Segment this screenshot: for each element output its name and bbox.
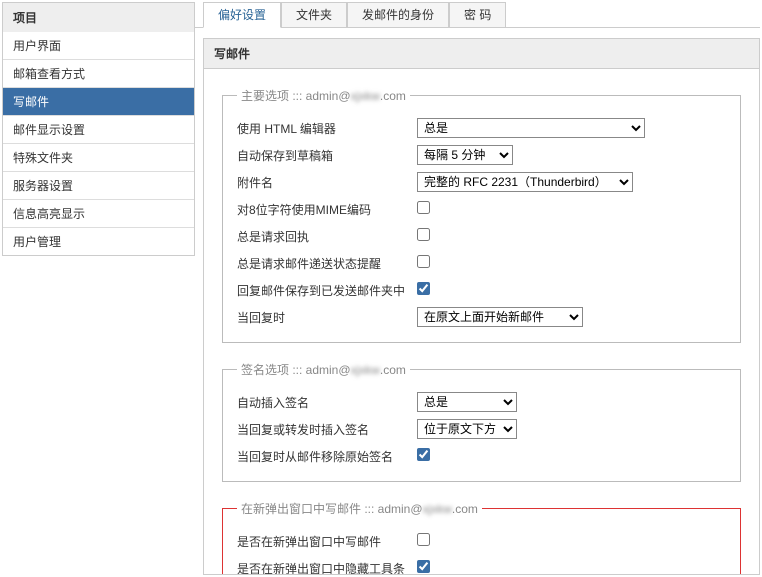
checkbox-always-dsn[interactable] <box>417 255 430 268</box>
sidebar: 项目 用户界面邮箱查看方式写邮件邮件显示设置特殊文件夹服务器设置信息高亮显示用户… <box>0 0 195 577</box>
label-on-reply: 当回复时 <box>237 309 417 326</box>
sidebar-item-6[interactable]: 信息高亮显示 <box>3 200 194 228</box>
select-attachment-name[interactable]: 完整的 RFC 2231（Thunderbird） <box>417 172 633 192</box>
label-attachment-name: 附件名 <box>237 174 417 191</box>
sidebar-item-3[interactable]: 邮件显示设置 <box>3 116 194 144</box>
select-html-editor[interactable]: 总是 <box>417 118 645 138</box>
group-popup-compose: 在新弹出窗口中写邮件 ::: admin@xjxkw.com 是否在新弹出窗口中… <box>222 500 741 575</box>
label-remove-orig-sig: 当回复时从邮件移除原始签名 <box>237 448 417 465</box>
tab-3[interactable]: 密 码 <box>449 2 506 27</box>
select-auto-insert-sig[interactable]: 总是 <box>417 392 517 412</box>
checkbox-hide-toolbar-popup[interactable] <box>417 560 430 573</box>
legend-signature: 签名选项 ::: admin@xjxkw.com <box>237 361 410 378</box>
label-html-editor: 使用 HTML 编辑器 <box>237 120 417 137</box>
sidebar-item-7[interactable]: 用户管理 <box>3 228 194 255</box>
label-hide-toolbar-popup: 是否在新弹出窗口中隐藏工具条 <box>237 560 417 576</box>
tab-1[interactable]: 文件夹 <box>281 2 347 27</box>
content-area: 主要选项 ::: admin@xjxkw.com 使用 HTML 编辑器 总是 … <box>203 69 760 575</box>
checkbox-always-receipt[interactable] <box>417 228 430 241</box>
select-sig-on-reply-forward[interactable]: 位于原文下方 <box>417 419 517 439</box>
sidebar-item-0[interactable]: 用户界面 <box>3 32 194 60</box>
sidebar-header: 项目 <box>2 2 195 32</box>
legend-main-options: 主要选项 ::: admin@xjxkw.com <box>237 87 410 104</box>
tab-0[interactable]: 偏好设置 <box>203 2 281 28</box>
checkbox-compose-in-popup[interactable] <box>417 533 430 546</box>
label-compose-in-popup: 是否在新弹出窗口中写邮件 <box>237 533 417 550</box>
label-save-replies: 回复邮件保存到已发送邮件夹中 <box>237 282 417 299</box>
sidebar-item-5[interactable]: 服务器设置 <box>3 172 194 200</box>
select-autosave[interactable]: 每隔 5 分钟 <box>417 145 513 165</box>
sidebar-item-2[interactable]: 写邮件 <box>3 88 194 116</box>
group-main-options: 主要选项 ::: admin@xjxkw.com 使用 HTML 编辑器 总是 … <box>222 87 741 343</box>
legend-popup-compose: 在新弹出窗口中写邮件 ::: admin@xjxkw.com <box>237 500 482 517</box>
main-panel: 偏好设置文件夹发邮件的身份密 码 写邮件 主要选项 ::: admin@xjxk… <box>195 0 762 577</box>
checkbox-save-replies[interactable] <box>417 282 430 295</box>
label-sig-on-reply-forward: 当回复或转发时插入签名 <box>237 421 417 438</box>
group-signature: 签名选项 ::: admin@xjxkw.com 自动插入签名 总是 当回复或转… <box>222 361 741 482</box>
checkbox-remove-orig-sig[interactable] <box>417 448 430 461</box>
label-always-dsn: 总是请求邮件递送状态提醒 <box>237 255 417 272</box>
sidebar-item-4[interactable]: 特殊文件夹 <box>3 144 194 172</box>
page-title: 写邮件 <box>203 38 760 69</box>
label-autosave: 自动保存到草稿箱 <box>237 147 417 164</box>
sidebar-item-1[interactable]: 邮箱查看方式 <box>3 60 194 88</box>
label-mime8bit: 对8位字符使用MIME编码 <box>237 201 417 218</box>
checkbox-mime8bit[interactable] <box>417 201 430 214</box>
tab-bar: 偏好设置文件夹发邮件的身份密 码 <box>195 2 760 28</box>
label-auto-insert-sig: 自动插入签名 <box>237 394 417 411</box>
tab-2[interactable]: 发邮件的身份 <box>347 2 449 27</box>
label-always-receipt: 总是请求回执 <box>237 228 417 245</box>
select-on-reply[interactable]: 在原文上面开始新邮件 <box>417 307 583 327</box>
